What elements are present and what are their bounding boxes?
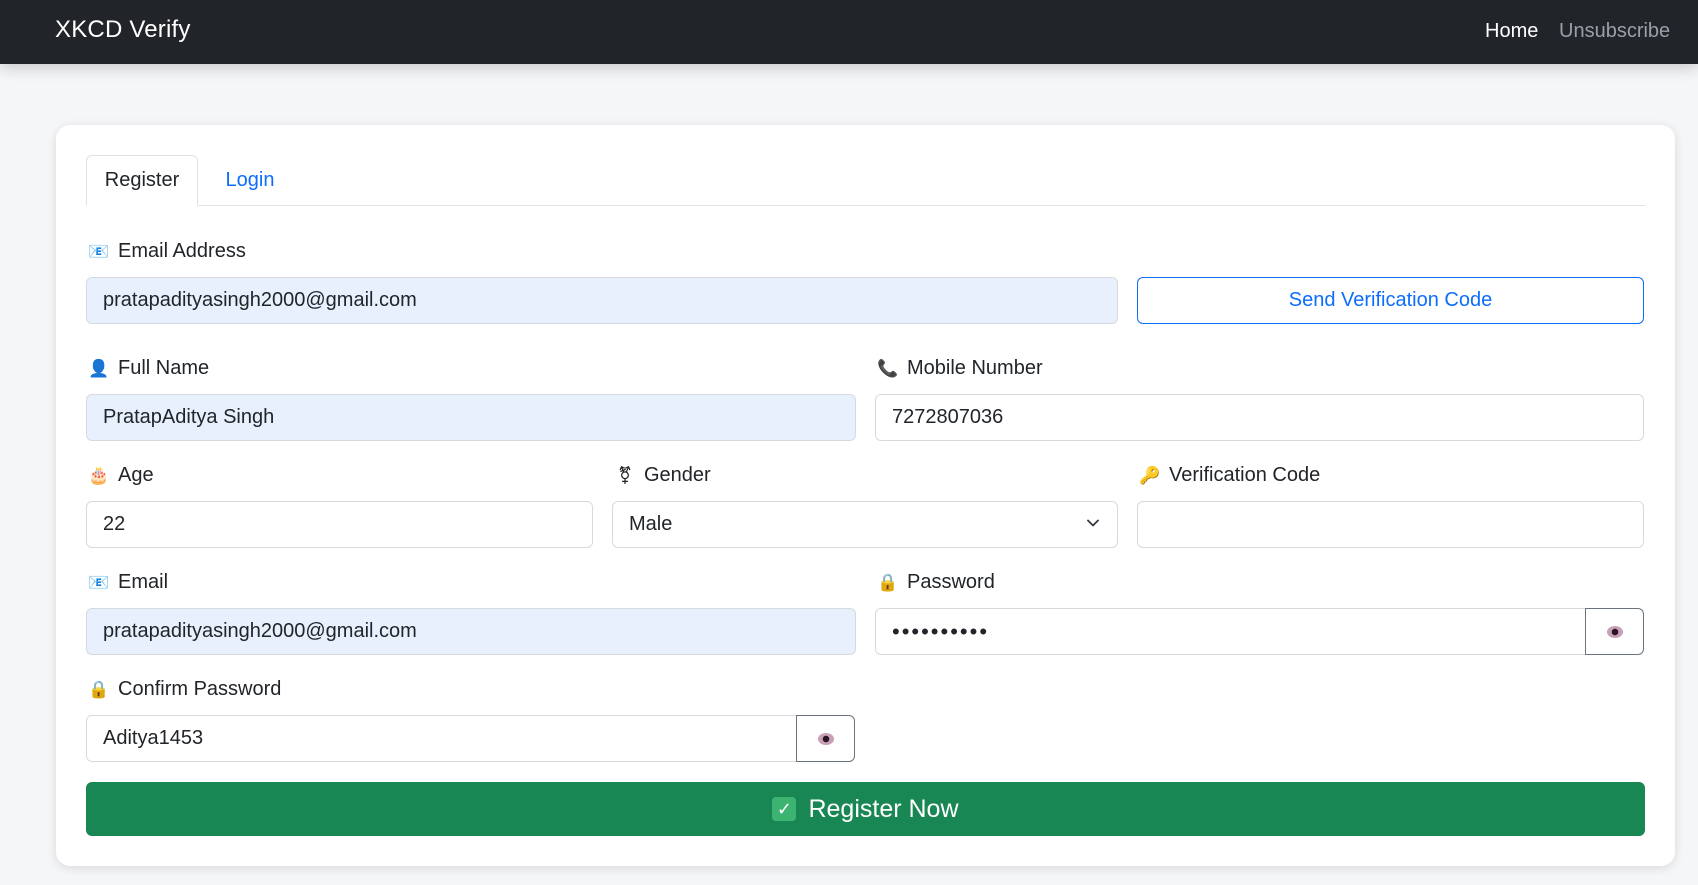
user-icon: 👤 [88, 359, 110, 378]
eye-icon [817, 732, 834, 745]
password-label: 🔒 Password [877, 571, 995, 593]
email-label: 📧 Email [88, 571, 169, 593]
cake-icon: 🎂 [88, 466, 110, 485]
brand-logo[interactable]: XKCD Verify [55, 16, 191, 44]
verification-code-label: 🔑 Verification Code [1139, 464, 1321, 486]
check-icon: ✓ [772, 797, 797, 821]
gender-icon: ⚧ [617, 466, 633, 485]
eye-icon [1606, 625, 1623, 638]
password-input[interactable]: •••••••••• [875, 608, 1586, 655]
navbar: XKCD Verify Home Unsubscribe [0, 0, 1698, 64]
mobile-number-label: 📞 Mobile Number [877, 357, 1043, 379]
email-address-input[interactable]: pratapadityasingh2000@gmail.com [86, 277, 1118, 324]
gender-select[interactable]: Male [612, 501, 1118, 548]
email-icon: 📧 [88, 573, 110, 592]
mobile-number-input[interactable]: 7272807036 [875, 394, 1644, 441]
gender-label: ⚧ Gender [614, 464, 711, 487]
confirm-password-label: 🔒 Confirm Password [88, 678, 282, 700]
lock-icon: 🔒 [877, 573, 899, 592]
email-input[interactable]: pratapadityasingh2000@gmail.com [86, 608, 856, 655]
verification-code-input[interactable] [1137, 501, 1644, 548]
toggle-password-button[interactable] [1585, 608, 1644, 655]
toggle-confirm-password-button[interactable] [796, 715, 855, 762]
full-name-input[interactable]: PratapAditya Singh [86, 394, 856, 441]
tab-login[interactable]: Login [211, 155, 289, 206]
register-now-button[interactable]: ✓ Register Now [86, 782, 1645, 836]
nav-unsubscribe-link[interactable]: Unsubscribe [1559, 20, 1670, 43]
phone-icon: 📞 [877, 359, 899, 378]
age-label: 🎂 Age [88, 464, 154, 486]
nav-home-link[interactable]: Home [1485, 20, 1538, 43]
tabs-divider [86, 205, 1645, 206]
send-verification-code-button[interactable]: Send Verification Code [1137, 277, 1644, 324]
email-icon: 📧 [88, 242, 110, 261]
register-card: Register Login 📧 Email Address pratapadi… [56, 125, 1675, 866]
lock-icon: 🔒 [88, 680, 110, 699]
tab-register[interactable]: Register [86, 155, 198, 206]
age-input[interactable]: 22 [86, 501, 593, 548]
confirm-password-input[interactable]: Aditya1453 [86, 715, 797, 762]
key-icon: 🔑 [1139, 466, 1161, 485]
email-address-label: 📧 Email Address [88, 240, 246, 262]
chevron-down-icon [1087, 519, 1099, 527]
full-name-label: 👤 Full Name [88, 357, 210, 379]
